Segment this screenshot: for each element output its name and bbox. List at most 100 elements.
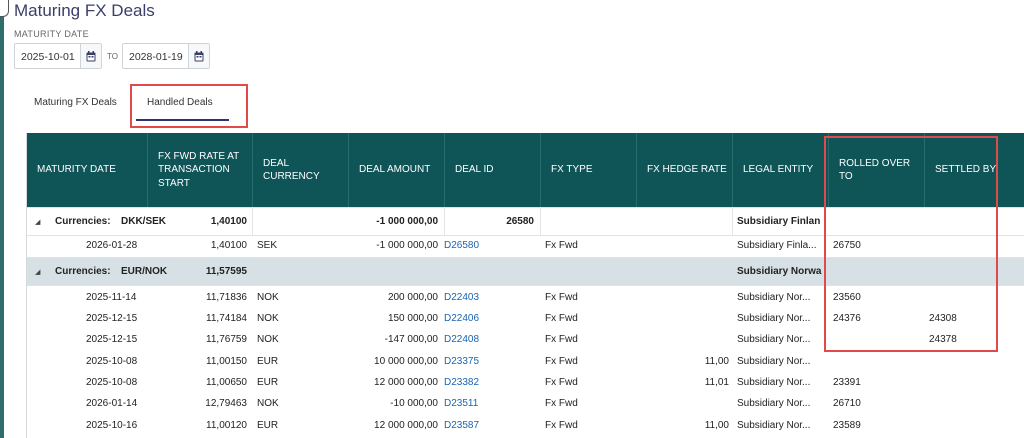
column-divider bbox=[252, 207, 253, 235]
cell-rate: 12,79463 bbox=[205, 397, 247, 409]
cell-date: 2026-01-28 bbox=[86, 239, 138, 251]
cell-entity: Subsidiary Nor... bbox=[737, 312, 811, 324]
cell-fx-type: Fx Fwd bbox=[545, 239, 578, 251]
cell-currency: NOK bbox=[257, 397, 279, 409]
calendar-icon[interactable] bbox=[80, 44, 101, 68]
cell-currency: EUR bbox=[257, 355, 279, 367]
highlight-handled-deals-tab bbox=[130, 84, 248, 128]
group-currency-pair: EUR/NOK bbox=[121, 266, 168, 277]
deal-link[interactable]: D22403 bbox=[444, 287, 504, 307]
deal-link[interactable]: D23587 bbox=[444, 415, 504, 435]
group-label: Currencies: bbox=[55, 266, 111, 277]
cell-hedge: 11,00 bbox=[704, 419, 729, 431]
window-corner bbox=[0, 0, 9, 17]
cell-date: 2025-12-15 bbox=[86, 312, 138, 324]
cell-settled-by bbox=[929, 351, 1019, 371]
cell-amount: 10 000 000,00 bbox=[374, 355, 438, 367]
cell-hedge bbox=[637, 287, 729, 307]
cell-fx-type: Fx Fwd bbox=[545, 355, 578, 367]
cell-entity: Subsidiary Nor... bbox=[737, 419, 811, 431]
deal-link[interactable]: D23511 bbox=[444, 393, 504, 413]
table-row[interactable]: 2025-10-08 11,00150 EUR 10 000 000,00 D2… bbox=[27, 351, 1024, 371]
cell-date: 2025-12-15 bbox=[86, 333, 138, 345]
cell-settled-by bbox=[929, 393, 1019, 413]
maturity-date-label: MATURITY DATE bbox=[14, 29, 89, 39]
cell-rolled-over: 23589 bbox=[833, 419, 861, 431]
cell-date: 2025-10-08 bbox=[86, 355, 138, 367]
col-fx-type[interactable]: FX TYPE bbox=[541, 133, 637, 207]
cell-hedge bbox=[637, 308, 729, 328]
date-from-value[interactable]: 2025-10-01 bbox=[21, 51, 75, 63]
cell-rate: 11,71836 bbox=[206, 291, 247, 303]
col-deal-currency[interactable]: DEAL CURRENCY bbox=[253, 133, 349, 207]
cell-hedge: 11,00 bbox=[704, 355, 729, 367]
col-maturity-date[interactable]: MATURITY DATE bbox=[27, 133, 148, 207]
cell-entity: Subsidiary Nor... bbox=[737, 397, 811, 409]
col-fx-fwd-rate[interactable]: FX FWD RATE AT TRANSACTION START bbox=[148, 133, 253, 207]
cell-currency: NOK bbox=[257, 291, 279, 303]
cell-amount: 200 000,00 bbox=[387, 291, 438, 303]
table-row[interactable]: 2026-01-14 12,79463 NOK -10 000,00 D2351… bbox=[27, 393, 1024, 413]
highlight-rollover-settled-columns bbox=[824, 136, 998, 352]
group-deal-id: 26580 bbox=[506, 216, 534, 227]
cell-entity: Subsidiary Nor... bbox=[737, 355, 811, 367]
collapse-triangle-icon[interactable]: ◢ bbox=[35, 258, 45, 285]
cell-hedge: 11,01 bbox=[704, 376, 729, 388]
deal-link[interactable]: D26580 bbox=[444, 235, 504, 255]
cell-entity: Subsidiary Nor... bbox=[737, 376, 811, 388]
cell-rate: 11,00150 bbox=[206, 355, 247, 367]
cell-amount: -147 000,00 bbox=[384, 333, 438, 345]
group-entity: Subsidiary Finlan bbox=[737, 216, 821, 227]
page-title: Maturing FX Deals bbox=[14, 1, 155, 20]
maturity-date-from-field[interactable]: 2025-10-01 bbox=[14, 43, 102, 69]
deal-link[interactable]: D23375 bbox=[444, 351, 504, 371]
col-deal-id[interactable]: DEAL ID bbox=[445, 133, 541, 207]
cell-fx-type: Fx Fwd bbox=[545, 312, 578, 324]
column-divider bbox=[540, 207, 541, 235]
cell-date: 2025-10-16 bbox=[86, 419, 138, 431]
column-divider bbox=[732, 207, 733, 235]
group-amount bbox=[349, 258, 438, 285]
deal-link[interactable]: D22406 bbox=[444, 308, 504, 328]
cell-date: 2025-11-14 bbox=[86, 291, 137, 303]
cell-hedge bbox=[637, 235, 729, 255]
cell-settled-by bbox=[929, 415, 1019, 435]
col-legal-entity[interactable]: LEGAL ENTITY bbox=[733, 133, 829, 207]
cell-fx-type: Fx Fwd bbox=[545, 291, 578, 303]
cell-amount: 150 000,00 bbox=[387, 312, 438, 324]
deal-link[interactable]: D23382 bbox=[444, 372, 504, 392]
date-to-value[interactable]: 2028-01-19 bbox=[129, 51, 183, 63]
deal-link[interactable]: D22408 bbox=[444, 329, 504, 349]
cell-rate: 1,40100 bbox=[210, 239, 247, 251]
col-fx-hedge-rate[interactable]: FX HEDGE RATE bbox=[637, 133, 733, 207]
date-to-separator: TO bbox=[107, 52, 118, 61]
cell-rate: 11,76759 bbox=[206, 333, 247, 345]
cell-fx-type: Fx Fwd bbox=[545, 419, 578, 431]
group-label: Currencies: bbox=[55, 216, 111, 227]
cell-currency: NOK bbox=[257, 333, 279, 345]
cell-date: 2026-01-14 bbox=[86, 397, 138, 409]
cell-currency: EUR bbox=[257, 376, 279, 388]
cell-fx-type: Fx Fwd bbox=[545, 333, 578, 345]
cell-currency: EUR bbox=[257, 419, 279, 431]
cell-rolled-over bbox=[833, 351, 923, 371]
group-amount: -1 000 000,00 bbox=[376, 216, 438, 227]
cell-amount: 12 000 000,00 bbox=[374, 376, 438, 388]
cell-hedge bbox=[637, 329, 729, 349]
tab-maturing-fx-deals[interactable]: Maturing FX Deals bbox=[34, 97, 117, 108]
cell-entity: Subsidiary Finla... bbox=[737, 239, 817, 251]
group-deal-id bbox=[445, 258, 534, 285]
cell-fx-type: Fx Fwd bbox=[545, 397, 578, 409]
calendar-icon[interactable] bbox=[188, 44, 209, 68]
maturity-date-to-field[interactable]: 2028-01-19 bbox=[122, 43, 210, 69]
table-row[interactable]: 2025-10-08 11,00650 EUR 12 000 000,00 D2… bbox=[27, 372, 1024, 392]
group-rate: 11,57595 bbox=[205, 266, 247, 277]
collapse-triangle-icon[interactable]: ◢ bbox=[35, 208, 45, 235]
cell-amount: -10 000,00 bbox=[390, 397, 438, 409]
group-rate: 1,40100 bbox=[210, 216, 247, 227]
cell-rate: 11,00120 bbox=[206, 419, 247, 431]
group-currency-pair: DKK/SEK bbox=[121, 216, 167, 227]
cell-hedge bbox=[637, 393, 729, 413]
col-deal-amount[interactable]: DEAL AMOUNT bbox=[349, 133, 445, 207]
table-row[interactable]: 2025-10-16 11,00120 EUR 12 000 000,00 D2… bbox=[27, 415, 1024, 435]
